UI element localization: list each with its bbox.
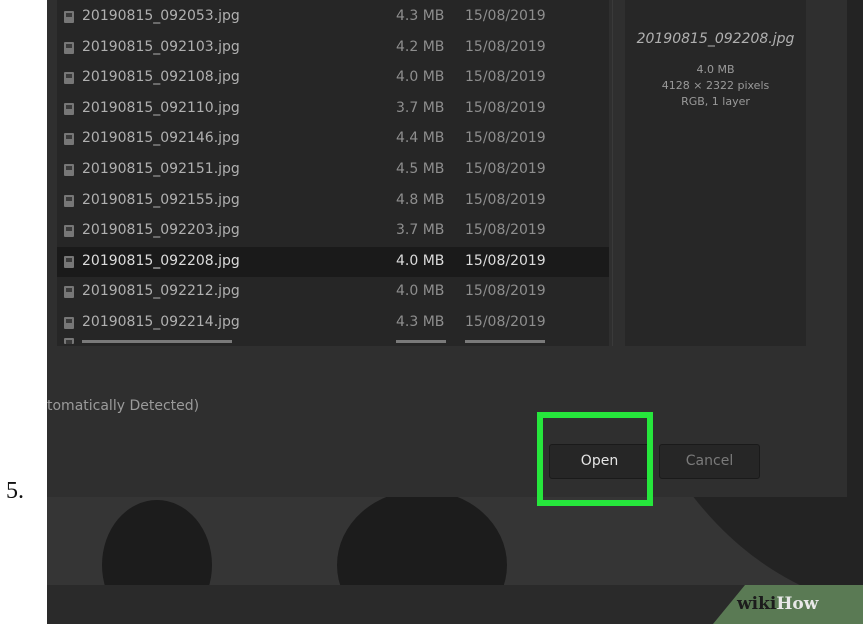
file-row[interactable]: 20190815_092151.jpg 4.5 MB 15/08/2019 <box>57 155 609 185</box>
image-file-icon <box>64 286 74 299</box>
wikihow-watermark: wikiHow <box>737 594 818 614</box>
file-row[interactable]: 20190815_092146.jpg 4.4 MB 15/08/2019 <box>57 124 609 154</box>
file-row[interactable]: 20190815_092108.jpg 4.0 MB 15/08/2019 <box>57 63 609 93</box>
file-size: 4.3 MB <box>396 8 445 24</box>
file-date: 15/08/2019 <box>465 130 546 147</box>
screenshot: 20190815_092053.jpg 4.3 MB 15/08/2019 20190… <box>47 0 863 624</box>
cancel-button[interactable]: Cancel <box>659 444 760 479</box>
file-date: 15/08/2019 <box>465 8 546 24</box>
file-row[interactable]: 20190815_092110.jpg 3.7 MB 15/08/2019 <box>57 94 609 124</box>
partial-date <box>465 340 545 343</box>
file-date: 15/08/2019 <box>465 283 546 300</box>
image-file-icon <box>64 317 74 329</box>
file-size: 4.0 MB <box>396 252 445 269</box>
preview-size: 4.0 MB <box>696 63 735 76</box>
preview-filename: 20190815_092208.jpg <box>636 31 795 47</box>
file-size: 4.4 MB <box>396 130 445 147</box>
file-date: 15/08/2019 <box>465 191 546 208</box>
partial-file-row <box>57 336 609 346</box>
file-size: 4.0 MB <box>396 283 445 300</box>
file-name: 20190815_092212.jpg <box>82 283 240 300</box>
file-name: 20190815_092146.jpg <box>82 130 240 147</box>
file-size: 3.7 MB <box>396 99 445 116</box>
file-name: 20190815_092203.jpg <box>82 222 240 239</box>
open-image-dialog: 20190815_092053.jpg 4.3 MB 15/08/2019 20190… <box>47 0 847 506</box>
image-file-icon <box>64 102 74 115</box>
file-date: 15/08/2019 <box>465 252 546 269</box>
file-size: 4.2 MB <box>396 38 445 55</box>
file-name: 20190815_092108.jpg <box>82 69 240 86</box>
file-row[interactable]: 20190815_092203.jpg 3.7 MB 15/08/2019 <box>57 216 609 246</box>
file-date: 15/08/2019 <box>465 222 546 239</box>
file-row[interactable]: 20190815_092103.jpg 4.2 MB 15/08/2019 <box>57 33 609 63</box>
file-date: 15/08/2019 <box>465 161 546 177</box>
file-date: 15/08/2019 <box>465 69 546 86</box>
watermark-how: How <box>776 594 819 614</box>
file-name: 20190815_092155.jpg <box>82 191 240 208</box>
file-date: 15/08/2019 <box>465 38 546 55</box>
file-name: 20190815_092214.jpg <box>82 314 240 330</box>
image-file-icon <box>64 164 74 176</box>
file-date: 15/08/2019 <box>465 99 546 116</box>
file-date: 15/08/2019 <box>465 314 546 330</box>
file-size: 4.3 MB <box>396 314 445 330</box>
partial-filename <box>82 340 232 343</box>
file-row[interactable]: 20190815_092053.jpg 4.3 MB 15/08/2019 <box>57 2 609 32</box>
panel-divider <box>612 0 613 346</box>
highlight-box <box>537 412 653 506</box>
image-file-icon <box>64 338 74 344</box>
image-file-icon <box>64 72 74 85</box>
file-row[interactable]: 20190815_092155.jpg 4.8 MB 15/08/2019 <box>57 186 609 216</box>
preview-panel: 20190815_092208.jpg 4.0 MB 4128 × 2322 p… <box>625 0 806 346</box>
file-name: 20190815_092103.jpg <box>82 38 240 55</box>
file-row[interactable]: 20190815_092208.jpg 4.0 MB 15/08/2019 <box>57 246 609 277</box>
file-name: 20190815_092151.jpg <box>82 161 240 177</box>
preview-color-info: RGB, 1 layer <box>681 95 750 108</box>
image-file-icon <box>64 255 74 268</box>
file-size: 4.8 MB <box>396 191 445 208</box>
file-name: 20190815_092053.jpg <box>82 8 240 24</box>
watermark-wiki: wiki <box>737 594 777 614</box>
file-row[interactable]: 20190815_092214.jpg 4.3 MB 15/08/2019 <box>57 308 609 338</box>
file-size: 4.0 MB <box>396 69 445 86</box>
step-number: 5. <box>6 478 24 504</box>
file-row[interactable]: 20190815_092212.jpg 4.0 MB 15/08/2019 <box>57 277 609 307</box>
image-file-icon <box>64 41 74 54</box>
image-file-icon <box>64 225 74 238</box>
preview-dimensions: 4128 × 2322 pixels <box>661 79 770 92</box>
partial-size <box>396 340 446 343</box>
file-type-label[interactable]: tomatically Detected) <box>47 398 199 414</box>
image-file-icon <box>64 194 74 207</box>
file-name: 20190815_092208.jpg <box>82 252 240 269</box>
file-list[interactable]: 20190815_092053.jpg 4.3 MB 15/08/2019 20190… <box>57 0 609 346</box>
file-size: 3.7 MB <box>396 222 445 239</box>
file-size: 4.5 MB <box>396 161 445 177</box>
file-name: 20190815_092110.jpg <box>82 99 240 116</box>
image-file-icon <box>64 133 74 146</box>
image-file-icon <box>64 11 74 23</box>
